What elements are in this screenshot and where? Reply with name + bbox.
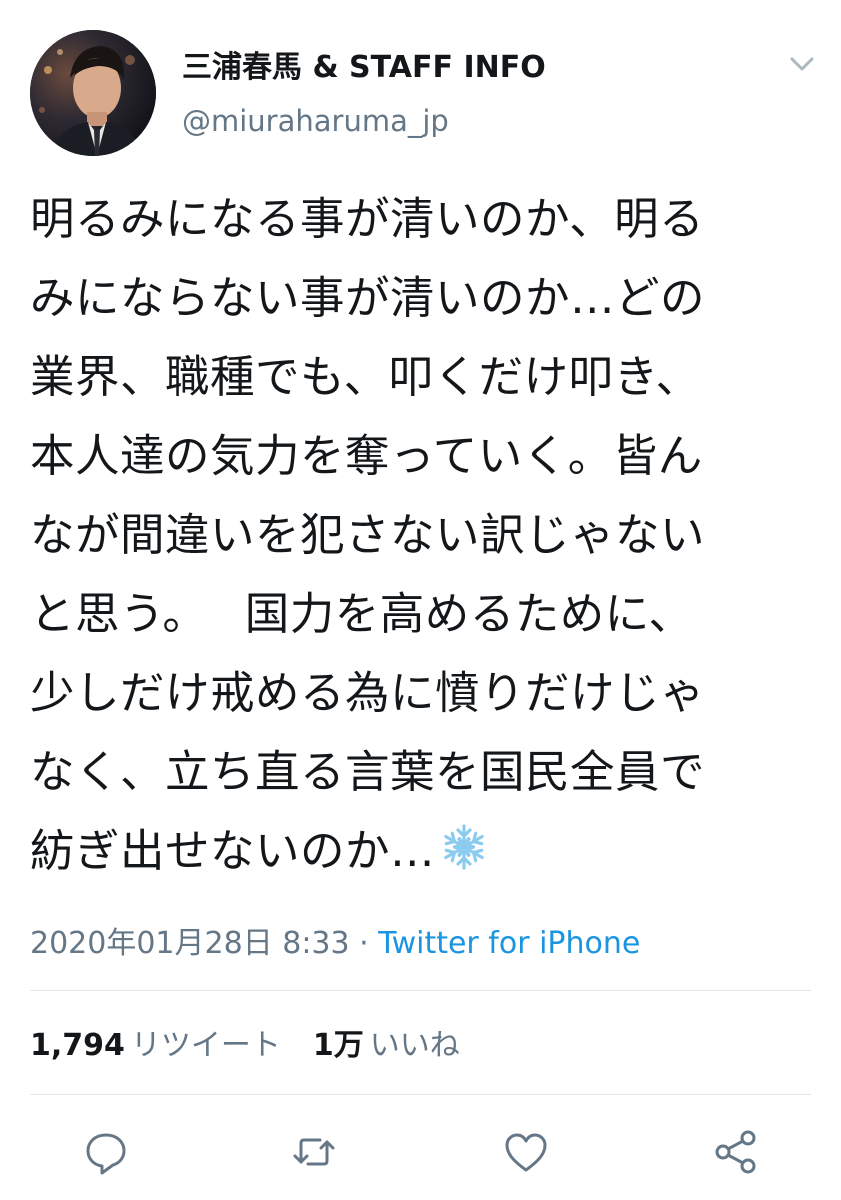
tweet-line: 少しだけ戒める為に憤りだけじゃ (30, 668, 706, 719)
tweet-line: と思う。 国力を高めるために、 (30, 589, 694, 640)
retweets-label: リツイート (130, 1028, 281, 1063)
divider (30, 1094, 811, 1095)
display-name[interactable]: 三浦春馬 & STAFF INFO (182, 42, 546, 86)
avatar[interactable] (30, 30, 156, 156)
retweets-count: 1,794 (30, 1028, 125, 1063)
reply-icon[interactable] (82, 1128, 130, 1176)
tweet-line: みにならない事が清いのか…どの (30, 273, 706, 324)
tweet-meta: 2020年01月28日 8:33 · Twitter for iPhone (30, 918, 640, 962)
likes-label: いいね (369, 1028, 460, 1063)
tweet-line: なく、立ち直る言葉を国民全員で (30, 747, 706, 798)
tweet-source-link[interactable]: Twitter for iPhone (378, 926, 640, 961)
meta-separator: · (349, 926, 379, 961)
like-icon[interactable] (502, 1128, 550, 1176)
tweet-stats: 1,794 リツイート 1万 いいね (30, 1020, 460, 1064)
tweet-line: なが間違いを犯さない訳じゃない (30, 510, 706, 561)
divider (30, 990, 811, 991)
tweet-timestamp[interactable]: 2020年01月28日 8:33 (30, 926, 350, 961)
likes-stat[interactable]: 1万 いいね (313, 1028, 460, 1063)
tweet-line: 本人達の気力を奪っていく。皆ん (30, 431, 703, 482)
tweet-line: 紡ぎ出せないのか… (30, 826, 436, 877)
snowflake-emoji-icon (441, 824, 487, 870)
user-handle[interactable]: @miuraharuma_jp (182, 104, 449, 138)
likes-count: 1万 (312, 1028, 364, 1063)
tweet-line: 明るみになる事が清いのか、明る (30, 194, 705, 245)
tweet-detail: 三浦春馬 & STAFF INFO @miuraharuma_jp 明るみになる… (0, 0, 841, 1200)
chevron-down-icon[interactable] (786, 52, 818, 76)
tweet-line: 業界、職種でも、叩くだけ叩き、 (30, 352, 701, 403)
retweet-icon[interactable] (290, 1128, 338, 1176)
avatar-image (30, 30, 156, 156)
share-icon[interactable] (712, 1128, 760, 1176)
tweet-text: 明るみになる事が清いのか、明る みにならない事が清いのか…どの 業界、職種でも、… (30, 180, 820, 891)
retweets-stat[interactable]: 1,794 リツイート (30, 1028, 281, 1063)
